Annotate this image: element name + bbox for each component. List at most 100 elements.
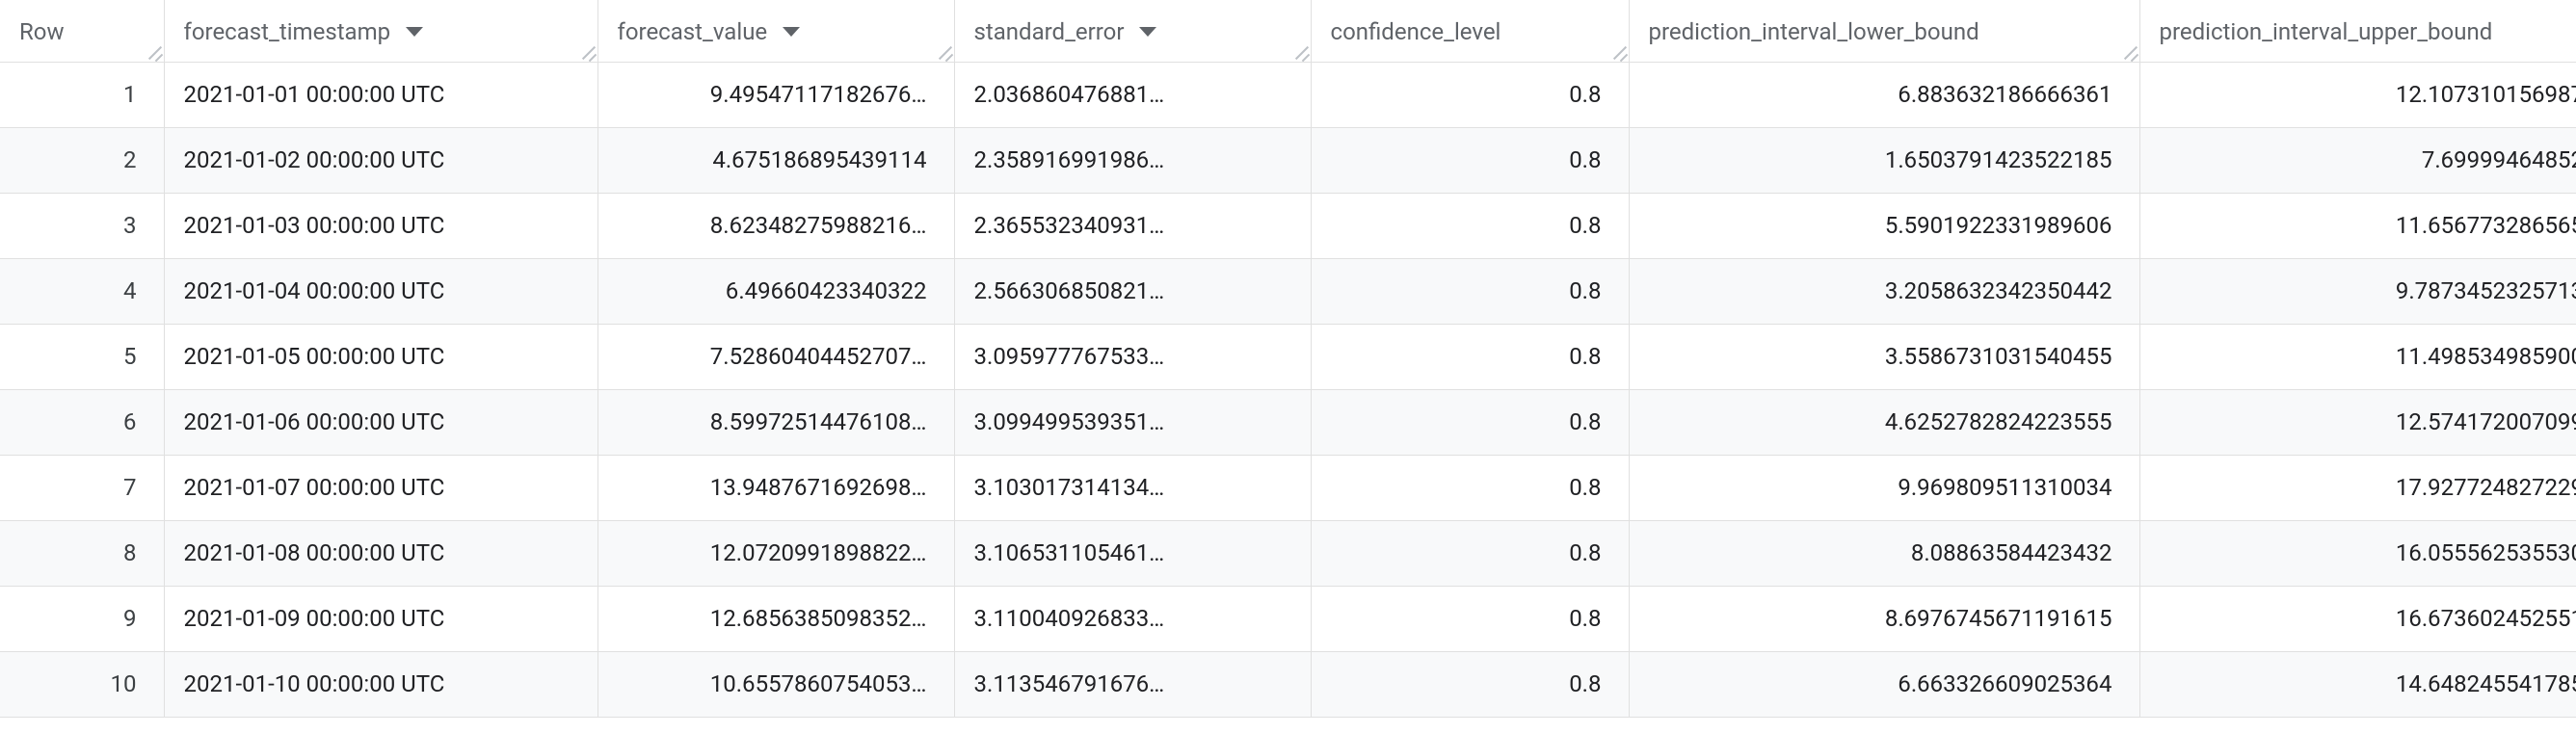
column-header-lower-bound[interactable]: prediction_interval_lower_bound	[1629, 0, 2139, 62]
cell-row-number: 5	[0, 324, 164, 389]
cell-lower-bound: 3.2058632342350442	[1629, 258, 2139, 324]
cell-upper-bound: 12.574172007099813	[2139, 389, 2576, 455]
resize-handle-icon[interactable]	[933, 40, 952, 60]
cell-upper-bound: 14.648245541785265	[2139, 651, 2576, 717]
cell-standard-error: 2.358916991986…	[954, 127, 1311, 193]
table-row[interactable]: 22021-01-02 00:00:00 UTC4.67518689543911…	[0, 127, 2576, 193]
cell-confidence-level: 0.8	[1311, 193, 1629, 258]
table-row[interactable]: 62021-01-06 00:00:00 UTC8.59972514476108…	[0, 389, 2576, 455]
column-header-confidence-level[interactable]: confidence_level	[1311, 0, 1629, 62]
cell-lower-bound: 1.6503791423522185	[1629, 127, 2139, 193]
cell-row-number: 6	[0, 389, 164, 455]
cell-standard-error: 3.113546791676…	[954, 651, 1311, 717]
cell-forecast-timestamp: 2021-01-03 00:00:00 UTC	[164, 193, 598, 258]
cell-confidence-level: 0.8	[1311, 586, 1629, 651]
cell-forecast-timestamp: 2021-01-08 00:00:00 UTC	[164, 520, 598, 586]
cell-confidence-level: 0.8	[1311, 62, 1629, 127]
cell-forecast-timestamp: 2021-01-02 00:00:00 UTC	[164, 127, 598, 193]
cell-row-number: 7	[0, 455, 164, 520]
table-header-row: Row forecast_timestamp forecast_value st…	[0, 0, 2576, 62]
column-label: standard_error	[974, 18, 1125, 45]
cell-standard-error: 3.106531105461…	[954, 520, 1311, 586]
cell-confidence-level: 0.8	[1311, 127, 1629, 193]
cell-row-number: 8	[0, 520, 164, 586]
cell-upper-bound: 16.055562535530161	[2139, 520, 2576, 586]
cell-confidence-level: 0.8	[1311, 455, 1629, 520]
resize-handle-icon[interactable]	[2118, 40, 2138, 60]
cell-confidence-level: 0.8	[1311, 324, 1629, 389]
cell-upper-bound: 17.927724827229738	[2139, 455, 2576, 520]
table-row[interactable]: 42021-01-04 00:00:00 UTC6.49660423340322…	[0, 258, 2576, 324]
cell-forecast-timestamp: 2021-01-01 00:00:00 UTC	[164, 62, 598, 127]
cell-forecast-value: 12.6856385098352…	[598, 586, 954, 651]
cell-confidence-level: 0.8	[1311, 389, 1629, 455]
table-row[interactable]: 12021-01-01 00:00:00 UTC9.49547117182676…	[0, 62, 2576, 127]
resize-handle-icon[interactable]	[1289, 40, 1309, 60]
cell-forecast-timestamp: 2021-01-09 00:00:00 UTC	[164, 586, 598, 651]
cell-lower-bound: 6.883632186666361	[1629, 62, 2139, 127]
table-row[interactable]: 82021-01-08 00:00:00 UTC12.0720991898822…	[0, 520, 2576, 586]
column-label: Row	[19, 18, 65, 45]
cell-standard-error: 2.566306850821…	[954, 258, 1311, 324]
sort-desc-icon[interactable]	[1139, 27, 1156, 37]
cell-row-number: 2	[0, 127, 164, 193]
cell-standard-error: 3.099499539351…	[954, 389, 1311, 455]
cell-forecast-value: 6.49660423340322	[598, 258, 954, 324]
column-header-forecast-value[interactable]: forecast_value	[598, 0, 954, 62]
column-header-row[interactable]: Row	[0, 0, 164, 62]
cell-standard-error: 3.103017314134…	[954, 455, 1311, 520]
resize-handle-icon[interactable]	[576, 40, 596, 60]
cell-forecast-value: 10.6557860754053…	[598, 651, 954, 717]
cell-row-number: 4	[0, 258, 164, 324]
cell-upper-bound: 16.673602452551354	[2139, 586, 2576, 651]
cell-confidence-level: 0.8	[1311, 258, 1629, 324]
table-row[interactable]: 92021-01-09 00:00:00 UTC12.6856385098352…	[0, 586, 2576, 651]
cell-forecast-value: 12.0720991898822…	[598, 520, 954, 586]
cell-forecast-timestamp: 2021-01-06 00:00:00 UTC	[164, 389, 598, 455]
column-label: confidence_level	[1331, 18, 1501, 45]
table-row[interactable]: 32021-01-03 00:00:00 UTC8.62348275988216…	[0, 193, 2576, 258]
cell-standard-error: 2.365532340931…	[954, 193, 1311, 258]
cell-forecast-value: 8.62348275988216…	[598, 193, 954, 258]
cell-standard-error: 2.036860476881…	[954, 62, 1311, 127]
cell-lower-bound: 6.663326609025364	[1629, 651, 2139, 717]
table-row[interactable]: 102021-01-10 00:00:00 UTC10.655786075405…	[0, 651, 2576, 717]
cell-forecast-value: 13.9487671692698…	[598, 455, 954, 520]
cell-standard-error: 3.110040926833…	[954, 586, 1311, 651]
cell-lower-bound: 3.5586731031540455	[1629, 324, 2139, 389]
results-table-container: Row forecast_timestamp forecast_value st…	[0, 0, 2576, 718]
cell-forecast-timestamp: 2021-01-07 00:00:00 UTC	[164, 455, 598, 520]
column-header-forecast-timestamp[interactable]: forecast_timestamp	[164, 0, 598, 62]
cell-lower-bound: 8.6976745671191615	[1629, 586, 2139, 651]
cell-row-number: 9	[0, 586, 164, 651]
cell-row-number: 1	[0, 62, 164, 127]
cell-upper-bound: 11.656773286565363	[2139, 193, 2576, 258]
column-label: forecast_timestamp	[184, 18, 391, 45]
results-table: Row forecast_timestamp forecast_value st…	[0, 0, 2576, 718]
column-header-upper-bound[interactable]: prediction_interval_upper_bound	[2139, 0, 2576, 62]
table-body: 12021-01-01 00:00:00 UTC9.49547117182676…	[0, 62, 2576, 717]
cell-upper-bound: 7.69999464852601	[2139, 127, 2576, 193]
cell-forecast-timestamp: 2021-01-10 00:00:00 UTC	[164, 651, 598, 717]
cell-standard-error: 3.095977767533…	[954, 324, 1311, 389]
cell-upper-bound: 11.498534985900113	[2139, 324, 2576, 389]
table-row[interactable]: 52021-01-05 00:00:00 UTC7.52860404452707…	[0, 324, 2576, 389]
cell-row-number: 3	[0, 193, 164, 258]
cell-lower-bound: 8.08863584423432	[1629, 520, 2139, 586]
sort-desc-icon[interactable]	[783, 27, 800, 37]
cell-forecast-value: 9.49547117182676…	[598, 62, 954, 127]
column-header-standard-error[interactable]: standard_error	[954, 0, 1311, 62]
column-label: prediction_interval_upper_bound	[2160, 18, 2493, 45]
cell-forecast-value: 7.52860404452707…	[598, 324, 954, 389]
column-label: prediction_interval_lower_bound	[1649, 18, 1979, 45]
cell-confidence-level: 0.8	[1311, 520, 1629, 586]
cell-forecast-timestamp: 2021-01-04 00:00:00 UTC	[164, 258, 598, 324]
cell-forecast-value: 4.675186895439114	[598, 127, 954, 193]
cell-upper-bound: 12.107310156987168	[2139, 62, 2576, 127]
resize-handle-icon[interactable]	[1607, 40, 1627, 60]
sort-desc-icon[interactable]	[406, 27, 423, 37]
cell-lower-bound: 9.969809511310034	[1629, 455, 2139, 520]
resize-handle-icon[interactable]	[143, 40, 162, 60]
table-row[interactable]: 72021-01-07 00:00:00 UTC13.9487671692698…	[0, 455, 2576, 520]
cell-forecast-timestamp: 2021-01-05 00:00:00 UTC	[164, 324, 598, 389]
